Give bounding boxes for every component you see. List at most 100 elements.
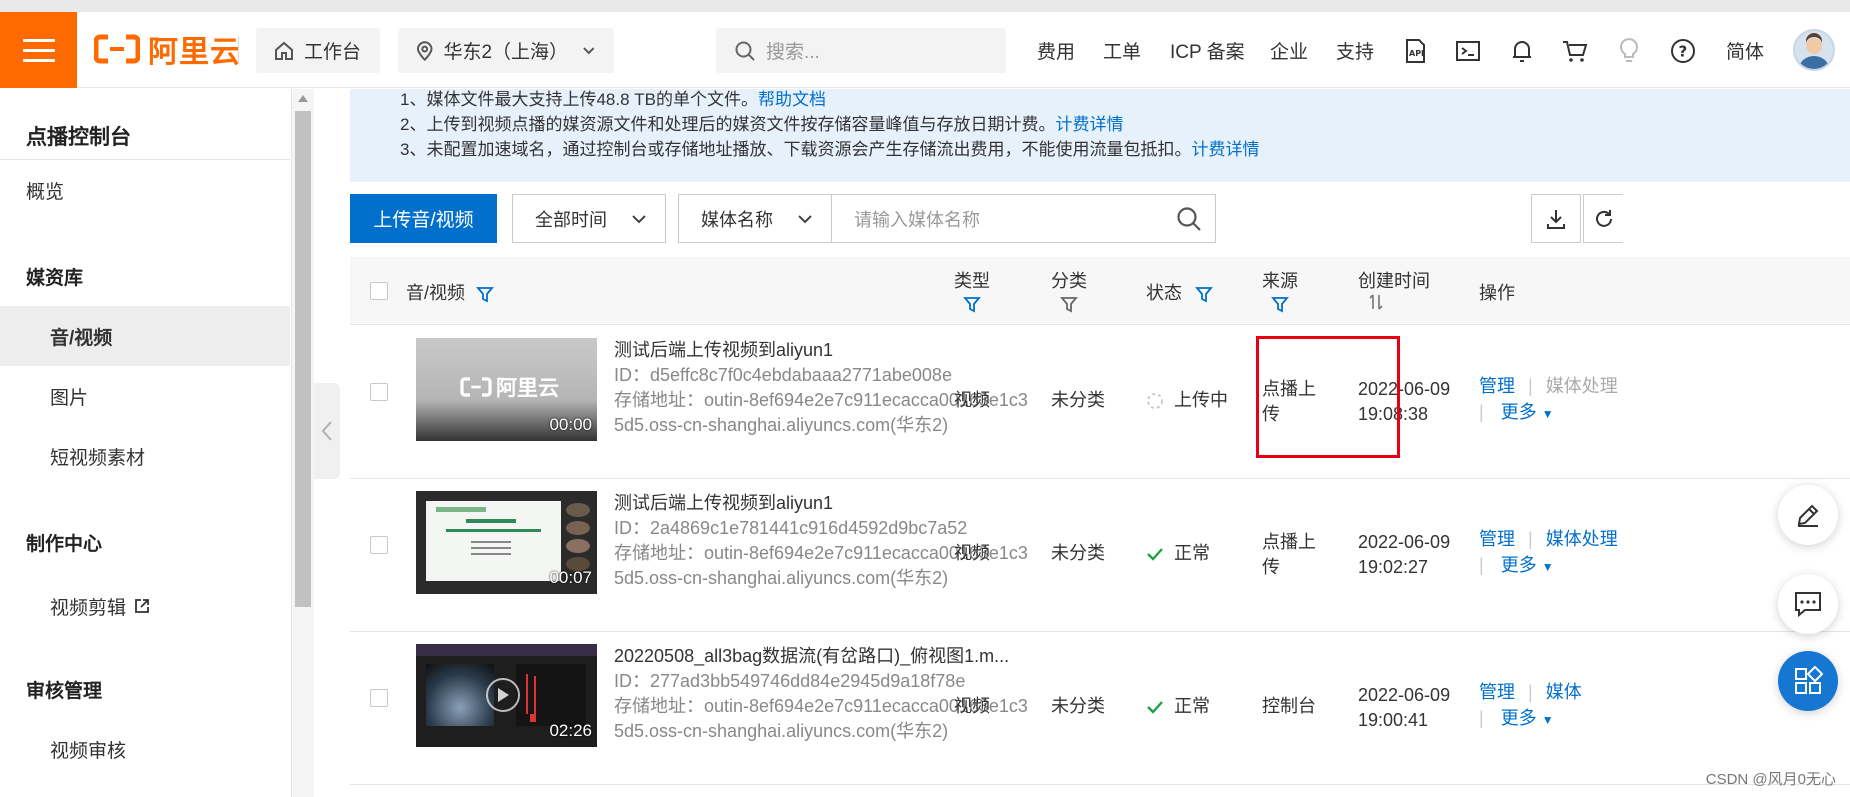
sidebar-item-overview[interactable]: 概览 — [0, 160, 290, 220]
feedback-edit-button[interactable] — [1778, 485, 1838, 545]
column-category: 分类 — [1051, 267, 1087, 314]
billing-details-link[interactable]: 计费详情 — [1055, 115, 1123, 134]
media-id: ID：d5effc8c7f0c4ebdabaaa2771abe008e — [614, 365, 952, 385]
external-link-icon — [135, 599, 149, 613]
lightbulb-icon[interactable] — [1615, 37, 1643, 65]
media-type: 视频 — [954, 390, 990, 410]
filter-icon[interactable] — [1060, 295, 1078, 313]
select-all-checkbox[interactable] — [370, 282, 388, 300]
chevron-down-icon — [583, 46, 595, 54]
menu-hamburger-icon[interactable] — [0, 12, 77, 88]
camera-view — [426, 664, 494, 726]
play-icon[interactable] — [486, 678, 520, 712]
time-range-select[interactable]: 全部时间 — [512, 194, 666, 243]
media-title[interactable]: 测试后端上传视频到aliyun1 — [614, 491, 1034, 516]
sort-icon[interactable] — [1368, 293, 1384, 311]
help-icon[interactable]: ? — [1669, 37, 1697, 65]
more-dropdown[interactable]: 更多 ▼ — [1501, 708, 1554, 728]
bell-icon[interactable] — [1508, 37, 1536, 65]
scroll-up-icon[interactable] — [298, 95, 308, 102]
sidebar-item-video-editing[interactable]: 视频剪辑 — [0, 576, 290, 636]
column-created-time: 创建时间 — [1358, 267, 1430, 316]
action-divider: | — [1528, 376, 1533, 396]
filter-icon[interactable] — [1195, 285, 1213, 303]
more-dropdown[interactable]: 更多 ▼ — [1501, 555, 1554, 575]
status-label: 正常 — [1174, 543, 1210, 563]
help-doc-link[interactable]: 帮助文档 — [758, 90, 826, 109]
aliyun-logo[interactable]: 阿里云 — [93, 30, 241, 69]
created-clock: 19:00:41 — [1358, 710, 1429, 730]
row-actions: 管理 | 媒体处理 | 更多 ▼ — [1479, 527, 1659, 580]
chevron-left-icon — [321, 421, 332, 441]
search-icon[interactable] — [1163, 195, 1215, 242]
sidebar-item-label: 视频剪辑 — [50, 597, 127, 619]
media-name-search-input[interactable]: 请输入媒体名称 — [831, 194, 1216, 243]
sidebar-group-label: 审核管理 — [26, 680, 103, 702]
column-label: 类型 — [954, 271, 990, 291]
scrollbar-thumb[interactable] — [295, 111, 311, 607]
global-search-input[interactable]: 搜索... — [716, 28, 1006, 73]
notice-text: 1、媒体文件最大支持上传48.8 TB的单个文件。 — [400, 90, 758, 109]
nav-support[interactable]: 支持 — [1336, 28, 1374, 73]
select-value: 全部时间 — [535, 209, 607, 230]
search-icon — [735, 41, 755, 61]
filter-icon[interactable] — [476, 285, 494, 303]
media-title[interactable]: 测试后端上传视频到aliyun1 — [614, 338, 1034, 363]
region-selector[interactable]: 华东2（上海） — [398, 28, 614, 73]
api-icon[interactable]: API — [1401, 37, 1429, 65]
media-id: ID：277ad3bb549746dd84e2945d9a18f78e — [614, 671, 966, 691]
sidebar: 点播控制台 概览 媒资库 音/视频 图片 短视频素材 制作中心 视频剪辑 审核管… — [0, 89, 292, 797]
search-field-select[interactable]: 媒体名称 — [678, 194, 832, 243]
video-thumbnail[interactable]: 02:26 — [416, 644, 597, 747]
video-thumbnail[interactable]: 阿里云 00:00 — [416, 338, 597, 441]
download-button[interactable] — [1531, 194, 1581, 243]
nav-icp[interactable]: ICP 备案 — [1170, 28, 1245, 73]
billing-details-link[interactable]: 计费详情 — [1191, 140, 1259, 159]
filter-icon[interactable] — [963, 295, 981, 313]
nav-enterprise[interactable]: 企业 — [1270, 28, 1308, 73]
media-process-link[interactable]: 媒体 — [1546, 682, 1582, 702]
manage-link[interactable]: 管理 — [1479, 376, 1515, 396]
media-status: 正常 — [1146, 694, 1210, 719]
row-checkbox[interactable] — [370, 536, 388, 554]
workbench-label: 工作台 — [304, 42, 362, 63]
sidebar-item-label: 视频审核 — [50, 740, 127, 762]
media-process-link[interactable]: 媒体处理 — [1546, 376, 1618, 396]
more-label: 更多 — [1500, 402, 1537, 422]
media-process-link[interactable]: 媒体处理 — [1546, 529, 1618, 549]
sidebar-item-audio-video[interactable]: 音/视频 — [0, 306, 290, 366]
apps-menu-button[interactable] — [1778, 651, 1838, 711]
media-type: 视频 — [954, 696, 990, 716]
apps-grid-icon — [1795, 666, 1823, 694]
manage-link[interactable]: 管理 — [1479, 682, 1515, 702]
video-duration: 00:00 — [549, 415, 592, 434]
nav-fee[interactable]: 费用 — [1037, 28, 1075, 73]
cart-icon[interactable] — [1561, 37, 1589, 65]
row-checkbox[interactable] — [370, 689, 388, 707]
workbench-button[interactable]: 工作台 — [256, 28, 380, 73]
sidebar-item-short-video[interactable]: 短视频素材 — [0, 426, 290, 486]
sidebar-collapse-button[interactable] — [314, 383, 340, 479]
video-duration: 02:26 — [549, 721, 592, 740]
user-avatar[interactable] — [1793, 29, 1835, 71]
refresh-button[interactable] — [1583, 194, 1623, 243]
row-checkbox[interactable] — [370, 383, 388, 401]
media-status: 正常 — [1146, 541, 1210, 566]
video-thumbnail[interactable]: 00:07 — [416, 491, 597, 594]
manage-link[interactable]: 管理 — [1479, 529, 1515, 549]
aliyun-logo-icon — [460, 377, 492, 397]
filter-icon[interactable] — [1271, 295, 1289, 313]
language-label: 简体 — [1726, 42, 1765, 63]
created-date: 2022-06-09 — [1358, 532, 1451, 552]
sidebar-item-video-review[interactable]: 视频审核 — [0, 719, 290, 779]
chat-button[interactable] — [1778, 574, 1838, 634]
language-switch[interactable]: 简体 — [1726, 28, 1764, 73]
nav-ticket[interactable]: 工单 — [1103, 28, 1141, 73]
upload-media-button[interactable]: 上传音/视频 — [350, 194, 497, 243]
media-title[interactable]: 20220508_all3bag数据流(有岔路口)_俯视图1.m... — [614, 644, 1034, 669]
more-dropdown[interactable]: 更多 ▼ — [1501, 402, 1554, 422]
sidebar-item-images[interactable]: 图片 — [0, 366, 290, 426]
terminal-icon[interactable] — [1454, 37, 1482, 65]
pencil-icon — [1797, 504, 1819, 527]
sidebar-scrollbar[interactable] — [292, 89, 314, 797]
